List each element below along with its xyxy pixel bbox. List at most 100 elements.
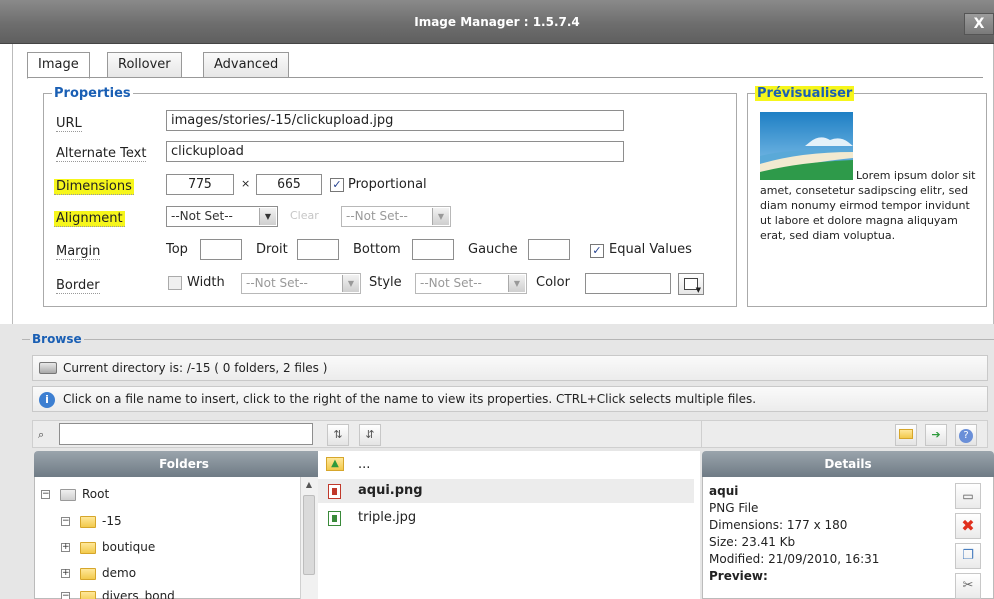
clear-select[interactable]: --Not Set-- ▼ (341, 206, 451, 227)
upload-button[interactable]: ➔ (925, 424, 947, 446)
folders-panel: − Root − -15 + boutique + demo − divers_bond (34, 477, 318, 599)
details-modified: Modified: 21/09/2010, 16:31 (709, 552, 880, 566)
drive-icon (39, 362, 57, 374)
folder-item-demo[interactable]: + demo (61, 564, 136, 582)
details-dimensions: Dimensions: 177 x 180 (709, 518, 848, 532)
new-folder-icon (899, 429, 913, 439)
tab-image[interactable]: Image (27, 52, 90, 79)
clear-label: Clear (290, 209, 319, 222)
folder-item-root[interactable]: − Root (41, 485, 109, 503)
scroll-thumb[interactable] (303, 495, 315, 575)
sort-ascending-button[interactable]: ⇅ (327, 424, 349, 446)
toolbar-separator (701, 421, 702, 447)
copy-icon: ❐ (962, 548, 974, 563)
binoculars-icon: ⌕ (38, 428, 45, 441)
sort-descending-icon: ⇵ (365, 428, 375, 441)
color-picker-button[interactable]: ▼ (678, 273, 704, 295)
margin-bottom-field[interactable] (412, 239, 454, 260)
width-field[interactable]: 775 (166, 174, 234, 195)
details-type: PNG File (709, 501, 759, 515)
border-width-select[interactable]: --Not Set-- ▼ (241, 273, 361, 294)
folder-item-boutique[interactable]: + boutique (61, 538, 155, 556)
browse-legend: Browse (30, 332, 84, 346)
delete-icon: ✖ (961, 516, 975, 535)
info-icon: i (39, 392, 55, 408)
close-button[interactable]: X (964, 13, 994, 35)
margin-top-field[interactable] (200, 239, 242, 260)
tab-rollover[interactable]: Rollover (107, 52, 182, 78)
alt-text-field[interactable]: clickupload (166, 141, 624, 162)
sort-descending-button[interactable]: ⇵ (359, 424, 381, 446)
tab-divider (27, 77, 983, 78)
proportional-checkbox[interactable]: ✓ (330, 178, 344, 192)
file-row-triple[interactable]: triple.jpg (318, 506, 694, 530)
chevron-down-icon: ▼ (432, 208, 449, 225)
alignment-select[interactable]: --Not Set-- ▼ (166, 206, 278, 227)
expand-icon: + (61, 568, 70, 578)
browse-area: Browse Current directory is: /-15 ( 0 fo… (0, 324, 994, 599)
url-label: URL (56, 116, 82, 132)
border-style-select[interactable]: --Not Set-- ▼ (415, 273, 527, 294)
drive-icon (60, 488, 76, 501)
equal-values-checkbox[interactable]: ✓ (590, 244, 604, 258)
folders-header: Folders (34, 451, 334, 477)
details-panel: aqui PNG File Dimensions: 177 x 180 Size… (702, 477, 994, 599)
insert-button[interactable]: ▭ (955, 483, 981, 509)
margin-right-label: Droit (256, 242, 288, 257)
chevron-down-icon: ▼ (695, 286, 701, 294)
current-directory-bar: Current directory is: /-15 ( 0 folders, … (32, 355, 988, 381)
folder-icon (80, 541, 96, 554)
tab-advanced[interactable]: Advanced (203, 52, 290, 78)
details-name: aqui (709, 484, 739, 498)
help-button[interactable]: ? (955, 424, 977, 446)
height-field[interactable]: 665 (256, 174, 322, 195)
collapse-icon: − (61, 516, 70, 526)
border-color-field[interactable] (585, 273, 671, 294)
copy-button[interactable]: ❐ (955, 543, 981, 569)
times-sign: × (241, 177, 251, 190)
folder-item-divers-bond[interactable]: − divers_bond (61, 587, 175, 599)
info-text: Click on a file name to insert, click to… (63, 392, 757, 406)
collapse-icon: − (61, 591, 70, 599)
scroll-up-icon: ▲ (305, 480, 313, 489)
dimensions-label: Dimensions (54, 179, 134, 195)
preview-text: Lorem ipsum dolor sit amet, consetetur s… (760, 169, 976, 242)
file-row-aqui[interactable]: aqui.png (318, 479, 694, 503)
files-panel: ▲ ... aqui.png triple.jpg (318, 451, 700, 599)
details-size: Size: 23.41 Kb (709, 535, 796, 549)
new-folder-button[interactable] (895, 424, 917, 446)
folders-scrollbar[interactable]: ▲ (300, 477, 318, 599)
upload-icon: ➔ (931, 428, 941, 441)
browse-divider (22, 339, 994, 340)
chevron-down-icon: ▼ (259, 208, 276, 225)
help-icon: ? (959, 429, 973, 443)
folder-up-icon: ▲ (326, 457, 344, 471)
cut-button[interactable]: ✂ (955, 573, 981, 599)
close-icon: X (973, 16, 985, 32)
info-bar: i Click on a file name to insert, click … (32, 386, 988, 412)
margin-right-field[interactable] (297, 239, 339, 260)
border-checkbox[interactable] (168, 276, 182, 290)
chevron-down-icon: ▼ (342, 275, 359, 292)
preview-fieldset: Prévisualiser Lorem ipsum dolor sit amet… (747, 86, 987, 307)
folder-item--15[interactable]: − -15 (61, 512, 122, 530)
delete-button[interactable]: ✖ (955, 513, 981, 539)
border-label: Border (56, 278, 100, 294)
window-title-bar: Image Manager : 1.5.7.4 X (0, 0, 994, 44)
details-preview-label: Preview: (709, 569, 768, 583)
folder-up-row[interactable]: ▲ ... (318, 453, 694, 477)
png-file-icon (328, 484, 341, 499)
properties-fieldset: Properties URL images/stories/-15/clicku… (43, 86, 737, 307)
insert-icon: ▭ (962, 489, 974, 503)
image-properties-area: Image Rollover Advanced Properties URL i… (12, 44, 994, 324)
search-input[interactable] (59, 423, 313, 445)
folder-icon (80, 567, 96, 580)
margin-left-label: Gauche (468, 242, 518, 257)
url-field[interactable]: images/stories/-15/clickupload.jpg (166, 110, 624, 131)
scissors-icon: ✂ (962, 578, 974, 593)
current-directory-text: Current directory is: /-15 ( 0 folders, … (63, 361, 328, 375)
expand-icon: + (61, 542, 70, 552)
details-info: aqui PNG File Dimensions: 177 x 180 Size… (709, 483, 879, 585)
margin-label: Margin (56, 244, 101, 260)
margin-left-field[interactable] (528, 239, 570, 260)
